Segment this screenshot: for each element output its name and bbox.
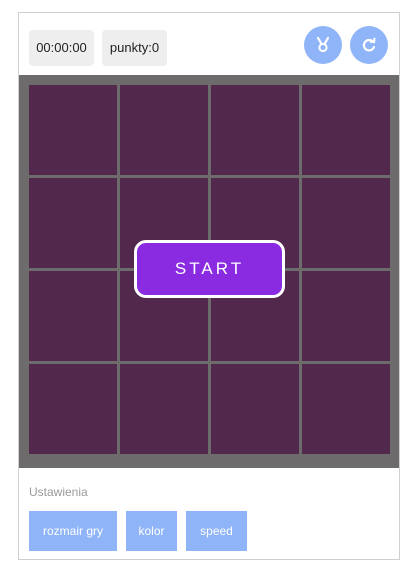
board-cell[interactable] — [211, 364, 299, 454]
board-cell[interactable] — [29, 178, 117, 268]
game-container: 00:00:00 punkty:0 START Ustawienia rozma… — [18, 12, 400, 560]
board-cell[interactable] — [302, 85, 390, 175]
board-cell[interactable] — [29, 85, 117, 175]
timer-display: 00:00:00 — [29, 30, 94, 66]
board-cell[interactable] — [302, 178, 390, 268]
color-button[interactable]: kolor — [126, 511, 177, 551]
board-cell[interactable] — [120, 85, 208, 175]
top-bar: 00:00:00 punkty:0 — [19, 13, 399, 75]
board-cell[interactable] — [120, 364, 208, 454]
board-cell[interactable] — [211, 85, 299, 175]
speed-button[interactable]: speed — [186, 511, 247, 551]
ranking-button[interactable] — [304, 26, 342, 64]
start-button[interactable]: START — [134, 240, 285, 298]
board-cell[interactable] — [302, 271, 390, 361]
game-board: START — [19, 75, 399, 468]
board-size-button[interactable]: rozmair gry — [29, 511, 117, 551]
board-cell[interactable] — [29, 364, 117, 454]
medal-icon — [316, 36, 330, 53]
settings-title: Ustawienia — [29, 485, 88, 499]
refresh-icon — [362, 37, 376, 52]
restart-button[interactable] — [350, 26, 388, 64]
board-cell[interactable] — [29, 271, 117, 361]
score-display: punkty:0 — [102, 30, 167, 66]
board-cell[interactable] — [302, 364, 390, 454]
